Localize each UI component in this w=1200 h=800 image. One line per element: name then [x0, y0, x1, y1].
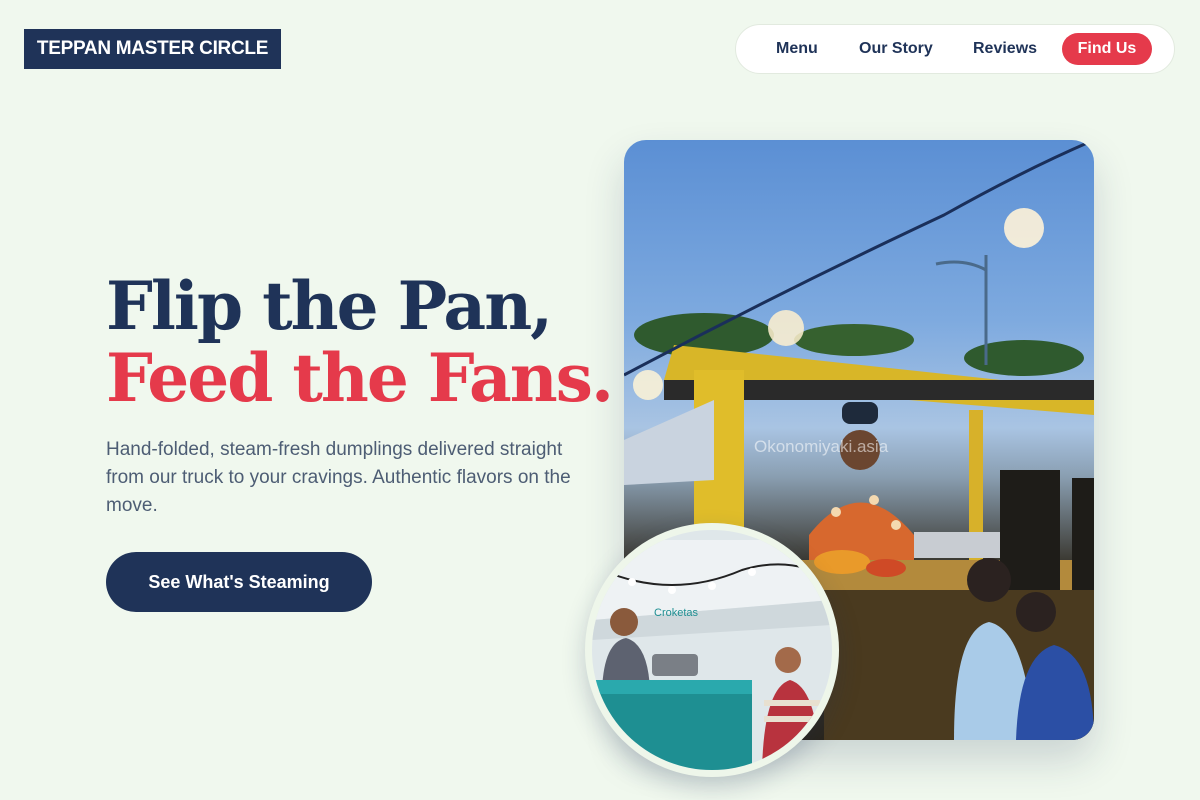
- brand-name: TEPPAN MASTER CIRCLE: [36, 38, 269, 59]
- nav-item-reviews[interactable]: Reviews: [973, 38, 1037, 60]
- hero-headline: Flip the Pan, Feed the Fans.: [106, 267, 614, 417]
- headline-line-1: Flip the Pan,: [106, 267, 553, 345]
- see-whats-steaming-button[interactable]: See What's Steaming: [106, 552, 372, 612]
- inset-food-stall-photo: Croketas: [585, 523, 839, 777]
- stall-sign-text: Croketas: [654, 607, 699, 619]
- button-label: See What's Steaming: [148, 571, 330, 592]
- find-us-button[interactable]: Find Us: [1062, 33, 1152, 65]
- headline-line-2: Feed the Fans.: [106, 339, 614, 417]
- brand-logo[interactable]: TEPPAN MASTER CIRCLE: [24, 29, 281, 69]
- top-nav: Menu Our Story Reviews Find Us: [735, 24, 1175, 74]
- hero-subtitle: Hand-folded, steam-fresh dumplings deliv…: [106, 439, 571, 516]
- food-stall-illustration: Croketas: [592, 540, 832, 770]
- nav-item-our-story[interactable]: Our Story: [859, 38, 933, 60]
- truck-sign-text: Okonomiyaki.asia: [754, 437, 889, 456]
- nav-item-menu[interactable]: Menu: [776, 38, 818, 60]
